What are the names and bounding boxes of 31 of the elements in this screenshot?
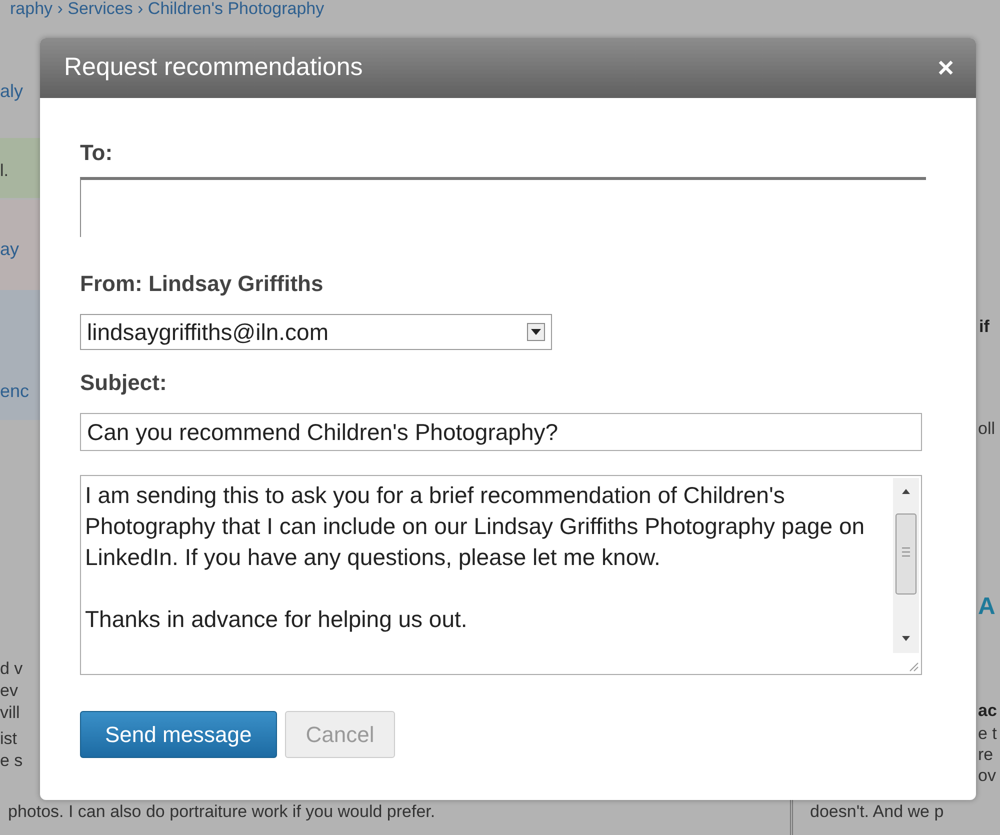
page-text: e s bbox=[0, 752, 23, 771]
close-button[interactable]: × bbox=[938, 54, 954, 82]
page-text: d v bbox=[0, 660, 23, 679]
logo-letter: A bbox=[978, 594, 996, 620]
page-text: vill bbox=[0, 704, 20, 723]
resize-grip-icon bbox=[907, 660, 919, 672]
page-text: ov bbox=[978, 767, 996, 786]
page-link[interactable]: raphy › Services › Children's Photography bbox=[10, 0, 324, 19]
page-text: doesn't. And we p bbox=[810, 803, 944, 822]
page-heading: if bbox=[979, 318, 990, 337]
page-text: photos. I can also do portraiture work if you would prefer. bbox=[8, 803, 436, 822]
page-text: e t bbox=[978, 725, 997, 744]
page-text: oll bbox=[978, 420, 996, 439]
subject-field[interactable]: Can you recommend Children's Photography? bbox=[80, 413, 922, 451]
page-text: l. bbox=[0, 162, 8, 181]
dialog-title: Request recommendations bbox=[64, 52, 363, 84]
message-box[interactable]: I am sending this to ask you for a brief recommendation of Children's Photography that I can include on our Lindsay Griffiths Photography page on LinkedIn. If you have any questions, please let me know. Thanks in advance for helping us out. bbox=[80, 475, 922, 675]
page-link[interactable]: ay bbox=[0, 240, 20, 260]
page-text: ev bbox=[0, 682, 18, 701]
field-label: Subject: bbox=[80, 369, 167, 397]
page-link[interactable]: enc bbox=[0, 382, 30, 402]
send-button[interactable]: Send message bbox=[80, 711, 277, 758]
sender-dropdown[interactable]: lindsaygriffiths@iln.com bbox=[80, 314, 552, 350]
field-label: To: bbox=[80, 139, 113, 167]
caret-icon bbox=[527, 323, 545, 341]
page-heading: ac bbox=[978, 702, 997, 721]
cancel-button[interactable]: Cancel bbox=[284, 711, 396, 758]
page-text: ist bbox=[0, 730, 17, 749]
page-link[interactable]: aly bbox=[0, 82, 24, 102]
field-label: From: Lindsay Griffiths bbox=[80, 270, 324, 298]
page-text: re bbox=[978, 746, 994, 765]
